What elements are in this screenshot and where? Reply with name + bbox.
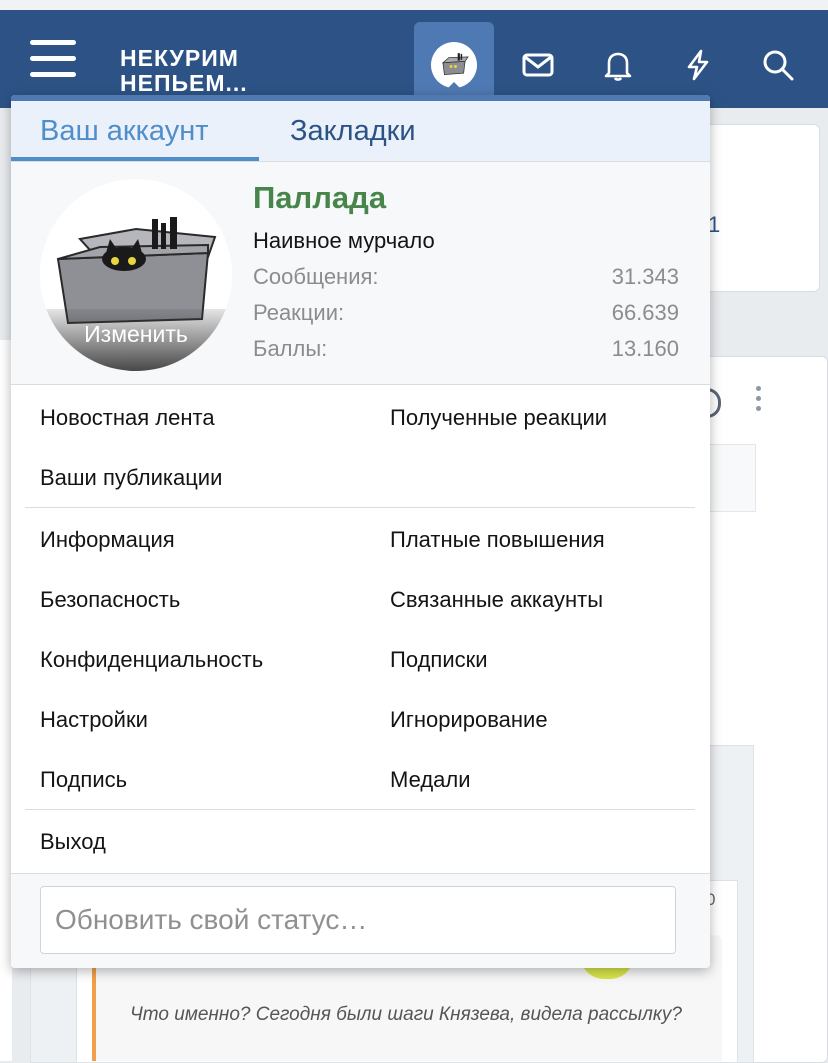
- lightning-icon: [687, 49, 709, 81]
- separator: [25, 507, 695, 508]
- link-ignoring[interactable]: Игнорирование: [390, 707, 548, 733]
- link-security[interactable]: Безопасность: [40, 587, 180, 613]
- link-following[interactable]: Подписки: [390, 647, 488, 673]
- link-account-details[interactable]: Информация: [40, 527, 175, 553]
- stat-messages: Сообщения: 31.343: [253, 264, 679, 290]
- account-menu: Ваш аккаунт Закладки Изменить Паллада На: [11, 95, 710, 968]
- stat-label: Сообщения:: [253, 264, 379, 289]
- stat-label: Баллы:: [253, 336, 328, 361]
- stat-label: Реакции:: [253, 300, 345, 325]
- search-button[interactable]: [738, 22, 818, 108]
- background-quote-text: Что именно? Сегодня были шаги Князева, в…: [130, 1004, 682, 1025]
- link-medals[interactable]: Медали: [390, 767, 471, 793]
- link-connected-accounts[interactable]: Связанные аккаунты: [390, 587, 603, 613]
- background-card: [700, 124, 820, 292]
- site-logo[interactable]: НЕКУРИМ НЕПЬЕМ...: [120, 46, 248, 96]
- status-input[interactable]: [40, 886, 676, 954]
- link-your-content[interactable]: Ваши публикации: [40, 465, 222, 491]
- link-signature[interactable]: Подпись: [40, 767, 127, 793]
- separator: [25, 809, 695, 810]
- link-reactions-received[interactable]: Полученные реакции: [390, 405, 607, 431]
- link-preferences[interactable]: Настройки: [40, 707, 148, 733]
- stat-points: Баллы: 13.160: [253, 336, 679, 362]
- link-privacy[interactable]: Конфиденциальность: [40, 647, 263, 673]
- kebab-menu-icon[interactable]: [756, 386, 764, 416]
- stat-value: 13.160: [611, 336, 679, 361]
- link-paid-upgrades[interactable]: Платные повышения: [390, 527, 605, 553]
- stat-value: 31.343: [611, 264, 679, 289]
- user-title: Наивное мурчало: [253, 228, 435, 253]
- link-logout[interactable]: Выход: [40, 829, 106, 855]
- active-tab-indicator: [11, 157, 259, 161]
- menu-icon[interactable]: [30, 40, 76, 78]
- tab-your-account[interactable]: Ваш аккаунт: [40, 101, 209, 161]
- username[interactable]: Паллада: [253, 180, 386, 216]
- status-area: [11, 873, 710, 968]
- link-news-feed[interactable]: Новостная лента: [40, 405, 215, 431]
- logo-line-1: НЕКУРИМ: [120, 45, 239, 71]
- bell-icon: [604, 52, 632, 81]
- profile-avatar[interactable]: Изменить: [40, 179, 232, 371]
- stat-reactions: Реакции: 66.639: [253, 300, 679, 326]
- menu-arrow: [440, 82, 468, 96]
- tab-bookmarks[interactable]: Закладки: [290, 101, 416, 161]
- logo-line-2: НЕПЬЕМ...: [120, 70, 248, 96]
- menu-tabs: Ваш аккаунт Закладки: [11, 101, 710, 162]
- avatar-edit-label: Изменить: [40, 309, 232, 371]
- stat-value: 66.639: [611, 300, 679, 325]
- profile-block: Изменить Паллада Наивное мурчало Сообщен…: [11, 162, 710, 385]
- search-icon: [763, 50, 794, 81]
- mail-icon: [522, 53, 554, 77]
